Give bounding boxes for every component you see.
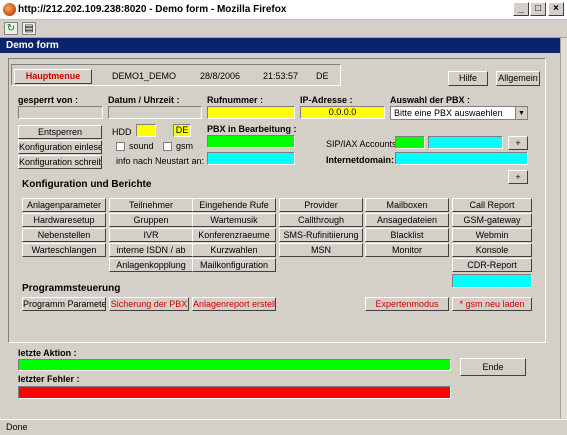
config-button-blacklist[interactable]: Blacklist bbox=[365, 228, 449, 242]
gsm-reload-button[interactable]: * gsm neu laden bbox=[452, 297, 532, 311]
config-button-webmin[interactable]: Webmin bbox=[452, 228, 532, 242]
phone-field bbox=[207, 106, 295, 119]
hdd-indicator bbox=[136, 124, 156, 137]
browser-toolbar: ↻ ▤ bbox=[0, 20, 567, 38]
config-section-title: Konfiguration und Berichte bbox=[22, 179, 152, 190]
help-button[interactable]: Hilfe bbox=[448, 71, 488, 86]
close-icon[interactable]: × bbox=[548, 2, 564, 16]
restart-info-label: info nach Neustart an: bbox=[116, 156, 205, 166]
expert-mode-button[interactable]: Expertenmodus bbox=[365, 297, 449, 311]
header-time: 21:53:57 bbox=[263, 71, 299, 81]
config-button-anlagenparameter[interactable]: Anlagenparameter bbox=[22, 198, 106, 212]
header-lang: DE bbox=[316, 71, 329, 81]
config-button-hardwaresetup[interactable]: Hardwaresetup bbox=[22, 213, 106, 227]
program-section-title: Programmsteuerung bbox=[22, 283, 121, 294]
status-text: Done bbox=[6, 422, 28, 432]
ip-label: IP-Adresse : bbox=[300, 95, 353, 105]
pbx-editing-label: PBX in Bearbeitung : bbox=[207, 124, 297, 134]
sound-label: sound bbox=[129, 141, 154, 151]
gsm-label: gsm bbox=[176, 141, 194, 151]
main-menu-button[interactable]: Hauptmenue bbox=[14, 69, 92, 84]
config-button-sms-rufinitiierung[interactable]: SMS-Rufinitiierung bbox=[279, 228, 363, 242]
program-params-button[interactable]: Programm Parameter bbox=[22, 297, 106, 311]
pbx-select-value: Bitte eine PBX auswaehlen bbox=[394, 108, 503, 118]
sound-checkbox[interactable] bbox=[116, 142, 125, 151]
firefox-icon bbox=[3, 3, 16, 16]
config-button-callthrough[interactable]: Callthrough bbox=[279, 213, 363, 227]
window-title: http://212.202.109.238:8020 - Demo form … bbox=[18, 4, 287, 15]
sip-accounts-field bbox=[428, 136, 503, 149]
config-button-kurzwahlen[interactable]: Kurzwahlen bbox=[192, 243, 276, 257]
hdd-label: HDD bbox=[112, 127, 132, 137]
config-button-monitor[interactable]: Monitor bbox=[365, 243, 449, 257]
chevron-down-icon[interactable]: ▼ bbox=[515, 107, 527, 119]
sip-status-field bbox=[395, 136, 425, 149]
config-button-konferenzraeume[interactable]: Konferenzraeume bbox=[192, 228, 276, 242]
sip-label: SIP/IAX Accounts: bbox=[326, 139, 400, 149]
config-button-teilnehmer[interactable]: Teilnehmer bbox=[109, 198, 193, 212]
window-titlebar: http://212.202.109.238:8020 - Demo form … bbox=[0, 0, 567, 20]
config-button-warteschlangen[interactable]: Warteschlangen bbox=[22, 243, 106, 257]
cdr-status-field bbox=[452, 274, 532, 288]
ip-field: 0.0.0.0 bbox=[300, 106, 385, 119]
lang-indicator: DE bbox=[173, 124, 191, 137]
last-action-label: letzte Aktion : bbox=[18, 348, 77, 358]
general-button[interactable]: Allgemein bbox=[496, 71, 540, 86]
config-button-gruppen[interactable]: Gruppen bbox=[109, 213, 193, 227]
config-button-mailkonfiguration[interactable]: Mailkonfiguration bbox=[192, 258, 276, 272]
phone-label: Rufnummer : bbox=[207, 95, 263, 105]
page-title: Demo form bbox=[0, 38, 560, 53]
pbx-select-label: Auswahl der PBX : bbox=[390, 95, 471, 105]
vertical-scrollbar[interactable] bbox=[560, 38, 567, 418]
config-button-wartemusik[interactable]: Wartemusik bbox=[192, 213, 276, 227]
maximize-icon[interactable]: □ bbox=[530, 2, 546, 16]
last-error-field bbox=[18, 386, 451, 399]
internet-domain-field bbox=[395, 152, 528, 165]
config-button-nebenstellen[interactable]: Nebenstellen bbox=[22, 228, 106, 242]
datetime-field bbox=[108, 106, 202, 119]
end-button[interactable]: Ende bbox=[460, 358, 526, 376]
config-button-interne-isdn-ab[interactable]: interne ISDN / ab bbox=[109, 243, 193, 257]
config-button-ansagedateien[interactable]: Ansagedateien bbox=[365, 213, 449, 227]
config-button-msn[interactable]: MSN bbox=[279, 243, 363, 257]
domain-add-button[interactable]: + bbox=[508, 170, 528, 184]
last-action-field bbox=[18, 359, 451, 371]
locked-by-field bbox=[18, 106, 103, 119]
pbx-editing-field-2 bbox=[207, 152, 295, 165]
print-icon[interactable]: ▤ bbox=[22, 22, 36, 35]
locked-by-label: gesperrt von : bbox=[18, 95, 79, 105]
config-button-provider[interactable]: Provider bbox=[279, 198, 363, 212]
read-config-button[interactable]: Konfiguration einlesen bbox=[18, 140, 102, 154]
minimize-icon[interactable]: _ bbox=[513, 2, 529, 16]
header-date: 28/8/2006 bbox=[200, 71, 241, 81]
pbx-backup-button[interactable]: Sicherung der PBX bbox=[109, 297, 189, 311]
config-button-mailboxen[interactable]: Mailboxen bbox=[365, 198, 449, 212]
project-name: DEMO1_DEMO bbox=[112, 71, 177, 81]
config-button-eingehende-rufe[interactable]: Eingehende Rufe bbox=[192, 198, 276, 212]
config-button-konsole[interactable]: Konsole bbox=[452, 243, 532, 257]
internet-domain-label: Internetdomain: bbox=[326, 155, 395, 165]
config-button-ivr[interactable]: IVR bbox=[109, 228, 193, 242]
config-button-gsm-gateway[interactable]: GSM-gateway bbox=[452, 213, 532, 227]
last-error-label: letzter Fehler : bbox=[18, 374, 80, 384]
config-button-anlagenkopplung[interactable]: Anlagenkopplung bbox=[109, 258, 193, 272]
sip-add-button[interactable]: + bbox=[508, 136, 528, 150]
status-bar: Done bbox=[0, 419, 567, 435]
create-report-button[interactable]: Anlagenreport erstellen bbox=[192, 297, 276, 311]
pbx-editing-field bbox=[207, 135, 295, 148]
config-button-call-report[interactable]: Call Report bbox=[452, 198, 532, 212]
write-config-button[interactable]: Konfiguration schreiben bbox=[18, 155, 102, 169]
config-button-cdr-report[interactable]: CDR-Report bbox=[452, 258, 532, 272]
reload-icon[interactable]: ↻ bbox=[4, 22, 18, 35]
unlock-button[interactable]: Entsperren bbox=[18, 125, 102, 139]
pbx-select[interactable]: Bitte eine PBX auswaehlen ▼ bbox=[390, 106, 528, 120]
gsm-checkbox[interactable] bbox=[163, 142, 172, 151]
datetime-label: Datum / Uhrzeit : bbox=[108, 95, 180, 105]
